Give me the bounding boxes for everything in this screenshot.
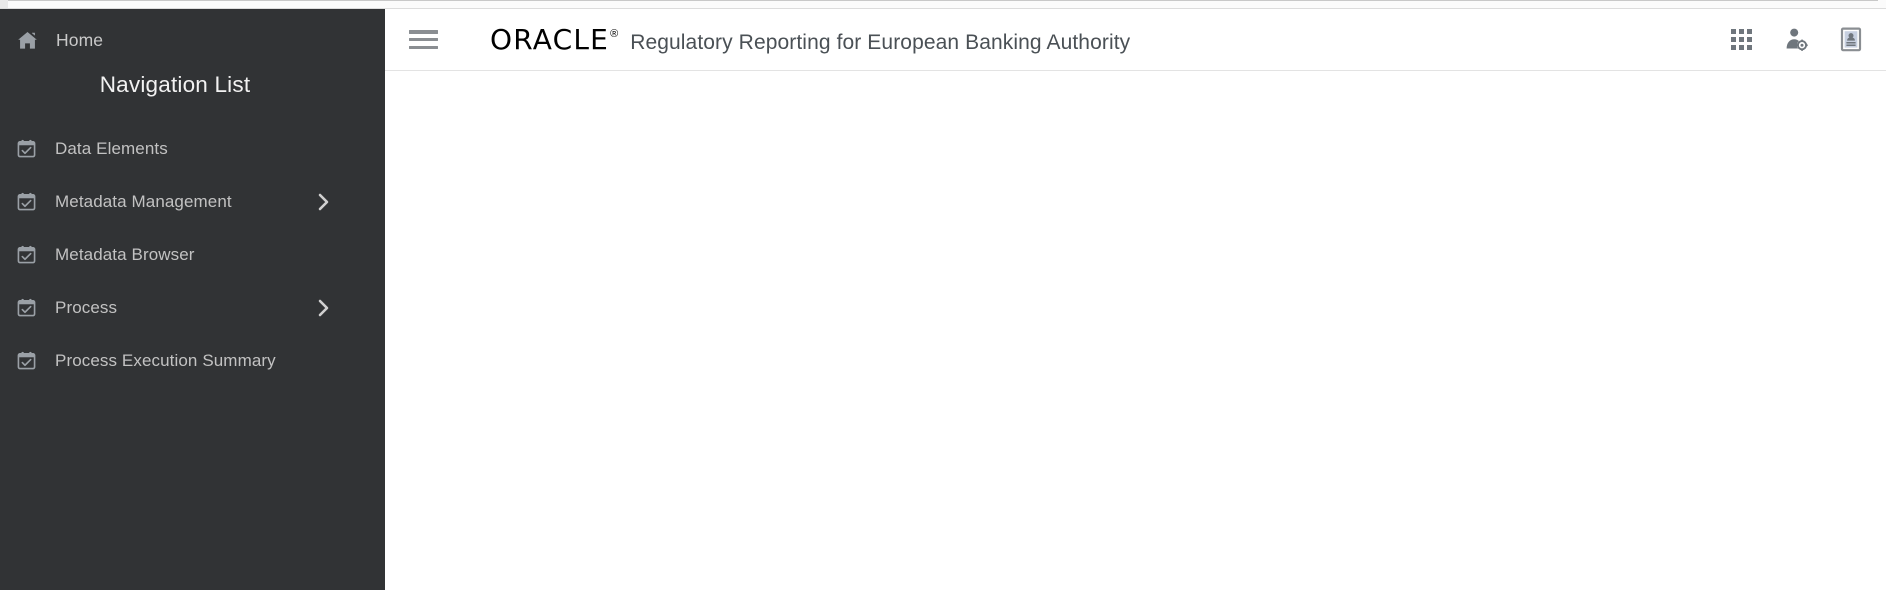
sidebar-item-label: Metadata Browser [55,244,195,264]
sidebar: Home Navigation List Data Elements Metad… [0,9,385,590]
hamburger-menu-icon[interactable] [409,27,439,52]
user-settings-icon[interactable] [1783,27,1809,53]
grid-cell [1738,45,1744,50]
sidebar-item-home-label: Home [56,29,104,50]
apps-grid-icon[interactable] [1728,27,1754,53]
grid-cell [1730,29,1736,34]
page-title: Regulatory Reporting for European Bankin… [630,30,1131,54]
navigation-list: Data Elements Metadata Management Metada… [0,122,385,387]
grid-cell [1738,29,1744,34]
sidebar-item-process[interactable]: Process [0,281,385,334]
home-icon [17,31,47,50]
calendar-check-icon [17,351,43,370]
sidebar-item-label: Data Elements [55,138,168,158]
hamburger-bar [409,30,438,34]
chrome-line-top [8,0,1878,1]
app-header: ORACLE ® Regulatory Reporting for Europe… [385,9,1886,71]
apps-grid-glyph [1730,29,1752,50]
oracle-wordmark: ORACLE [490,22,610,56]
registered-trademark-icon: ® [610,27,619,40]
sidebar-item-home[interactable]: Home [0,18,385,62]
grid-cell [1730,37,1736,42]
sidebar-item-metadata-management[interactable]: Metadata Management [0,175,385,228]
calendar-check-icon [17,139,43,158]
header-icon-group [1728,9,1864,70]
sidebar-item-label: Metadata Management [55,191,232,211]
sidebar-item-label: Process Execution Summary [55,350,276,370]
hamburger-bar [409,45,438,49]
grid-cell [1746,29,1752,34]
chevron-right-icon[interactable] [317,299,330,317]
brand-logo[interactable]: ORACLE ® Regulatory Reporting for Europe… [490,22,1131,56]
grid-cell [1746,45,1752,50]
application-window: Home Navigation List Data Elements Metad… [0,0,1886,590]
grid-cell [1746,37,1752,42]
calendar-check-icon [17,298,43,317]
calendar-check-icon [17,245,43,264]
grid-cell [1730,45,1736,50]
main-content-area [385,71,1886,590]
sidebar-item-data-elements[interactable]: Data Elements [0,122,385,175]
id-badge-icon[interactable] [1838,27,1864,53]
sidebar-item-label: Process [55,297,118,317]
chevron-right-icon[interactable] [317,193,330,211]
navigation-list-title: Navigation List [99,72,251,97]
grid-cell [1738,37,1744,42]
hamburger-bar [409,37,438,42]
sidebar-item-process-execution-summary[interactable]: Process Execution Summary [0,334,385,387]
calendar-check-icon [17,192,43,211]
sidebar-item-metadata-browser[interactable]: Metadata Browser [0,228,385,281]
